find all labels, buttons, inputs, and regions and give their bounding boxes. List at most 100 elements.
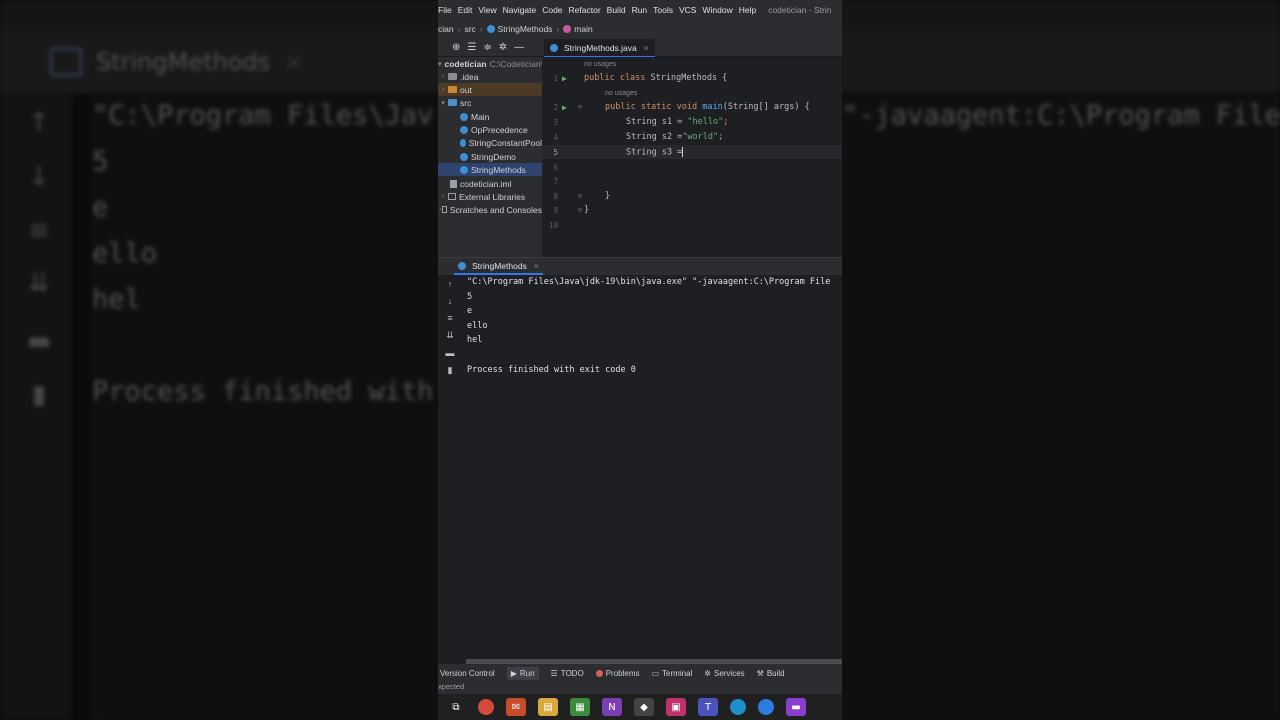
intellij-icon[interactable]: ▣: [666, 698, 686, 716]
line-number: 7: [553, 176, 558, 186]
firefox-icon[interactable]: [758, 699, 774, 715]
console-line: Process finished with exit code 0: [467, 365, 636, 375]
bg-trash-icon: ▮: [31, 380, 47, 410]
tree-item-scratches[interactable]: › Scratches and Consoles: [438, 203, 542, 216]
bg-console-line: "C:\Program Files\Jav: [92, 100, 434, 131]
tree-item-stringmethods[interactable]: StringMethods: [438, 163, 542, 176]
chrome-icon[interactable]: [478, 699, 494, 715]
menu-tools[interactable]: Tools: [653, 5, 673, 15]
excel-icon[interactable]: ▦: [570, 698, 590, 716]
code-editor[interactable]: no usages 1 ▶ public class StringMethods…: [542, 57, 842, 257]
menu-refactor[interactable]: Refactor: [569, 5, 601, 15]
tree-item-iml[interactable]: codetician.iml: [438, 177, 542, 190]
tree-item-src[interactable]: ▾ src: [438, 96, 542, 109]
edge-icon[interactable]: [730, 699, 746, 715]
build-tab[interactable]: ⚒ Build: [757, 669, 785, 678]
menu-help[interactable]: Help: [739, 5, 756, 15]
code-hint-row: no usages: [542, 57, 842, 71]
breadcrumb-class[interactable]: StringMethods: [498, 24, 553, 34]
file-explorer-icon[interactable]: ▤: [538, 698, 558, 716]
menu-vcs[interactable]: VCS: [679, 5, 696, 15]
app-icon[interactable]: ▬: [786, 698, 806, 716]
chevron-right-icon[interactable]: ›: [438, 86, 448, 93]
menu-code[interactable]: Code: [542, 5, 562, 15]
status-message: xpected: [438, 682, 842, 694]
code-var: s3 =: [661, 147, 683, 158]
run-tool-tab[interactable]: ▶ Run: [506, 666, 539, 680]
tree-root[interactable]: ▾ codetician C:\Codetician\: [438, 57, 543, 70]
git-icon[interactable]: ◆: [634, 698, 654, 716]
version-control-tab[interactable]: Version Control: [440, 669, 495, 678]
chevron-right-icon[interactable]: ›: [438, 193, 448, 200]
breadcrumb-method[interactable]: main: [574, 24, 592, 34]
menu-edit[interactable]: Edit: [458, 5, 473, 15]
hide-icon[interactable]: —: [514, 42, 524, 53]
scratches-icon: [442, 206, 447, 213]
menu-view[interactable]: View: [478, 5, 496, 15]
problems-tab[interactable]: Problems: [595, 669, 639, 678]
chevron-down-icon[interactable]: ▾: [438, 99, 448, 107]
class-icon: [460, 125, 468, 134]
file-icon: [450, 179, 457, 188]
up-arrow-icon[interactable]: ↑: [444, 279, 456, 289]
code-line: 10: [542, 218, 842, 232]
menu-window[interactable]: Window: [702, 5, 732, 15]
services-icon: ✲: [704, 668, 711, 678]
menu-build[interactable]: Build: [607, 5, 626, 15]
expand-all-icon[interactable]: ☰: [467, 42, 476, 53]
services-tab[interactable]: ✲ Services: [704, 669, 744, 678]
soft-wrap-icon[interactable]: ≡: [444, 313, 456, 323]
code-text: String s3 =: [626, 146, 684, 158]
teams-icon[interactable]: T: [698, 698, 718, 716]
console-output[interactable]: "C:\Program Files\Java\jdk-19\bin\java.e…: [462, 275, 842, 660]
menu-file[interactable]: File: [438, 5, 452, 15]
print-icon[interactable]: ▬: [444, 348, 456, 358]
tree-item-stringconstantpool[interactable]: StringConstantPool: [438, 136, 542, 149]
list-icon: ☰: [550, 668, 558, 678]
run-tab[interactable]: StringMethods ×: [454, 258, 543, 275]
outlook-icon[interactable]: ✉: [506, 698, 526, 716]
code-text: public static void main(String[] args) {: [605, 102, 810, 112]
task-view-icon[interactable]: ⧉: [446, 698, 466, 716]
bg-gutter: ↑ ↓ ≡ ⇊ ▬ ▮: [0, 92, 72, 720]
onenote-icon[interactable]: N: [602, 698, 622, 716]
tree-item-main[interactable]: Main: [438, 110, 542, 123]
tree-item-external-libraries[interactable]: › External Libraries: [438, 190, 542, 203]
run-gutter-icon[interactable]: ▶: [562, 103, 567, 112]
hammer-icon: ⚒: [756, 668, 764, 678]
tree-item-stringdemo[interactable]: StringDemo: [438, 150, 542, 163]
bg-up-icon: ↑: [28, 108, 50, 138]
locate-icon[interactable]: ⊕: [452, 42, 460, 53]
close-icon[interactable]: ×: [534, 261, 539, 271]
breadcrumb-project[interactable]: cian: [438, 24, 454, 34]
chevron-right-icon: ›: [556, 24, 560, 34]
tree-item-opprecedence[interactable]: OpPrecedence: [438, 123, 542, 136]
terminal-tab[interactable]: ▭ Terminal: [651, 669, 692, 678]
editor-tab[interactable]: StringMethods.java ×: [544, 39, 655, 58]
close-icon[interactable]: ×: [644, 43, 649, 53]
tree-root-label: codetician: [444, 58, 487, 69]
tree-item-idea[interactable]: › .idea: [438, 70, 542, 83]
down-arrow-icon[interactable]: ↓: [444, 296, 456, 306]
scroll-to-end-icon[interactable]: ⇊: [444, 330, 456, 341]
code-text: String s1 = "hello";: [626, 117, 728, 127]
todo-tab[interactable]: ☰ TODO: [551, 669, 584, 678]
menu-navigate[interactable]: Navigate: [503, 5, 537, 15]
menu-run[interactable]: Run: [632, 5, 648, 15]
bg-console-line: Process finished with: [92, 376, 434, 407]
todo-label: TODO: [560, 668, 584, 678]
collapse-all-icon[interactable]: ≑: [483, 42, 491, 53]
fold-icon[interactable]: ⊖: [578, 206, 582, 214]
run-gutter-icon[interactable]: ▶: [562, 74, 567, 83]
chevron-down-icon[interactable]: ▾: [438, 60, 442, 68]
code-type: String: [626, 147, 662, 158]
bg-print-icon: ▬: [26, 326, 52, 356]
fold-icon[interactable]: ⊖: [578, 192, 582, 200]
chevron-right-icon[interactable]: ›: [438, 73, 448, 80]
settings-gear-icon[interactable]: ✲: [499, 42, 507, 53]
breadcrumb-src[interactable]: src: [464, 24, 475, 34]
tree-item-out[interactable]: › out: [438, 83, 542, 96]
trash-icon[interactable]: ▮: [444, 365, 456, 376]
menu-bar: File Edit View Navigate Code Refactor Bu…: [438, 0, 842, 20]
fold-icon[interactable]: ⊖: [578, 103, 582, 111]
